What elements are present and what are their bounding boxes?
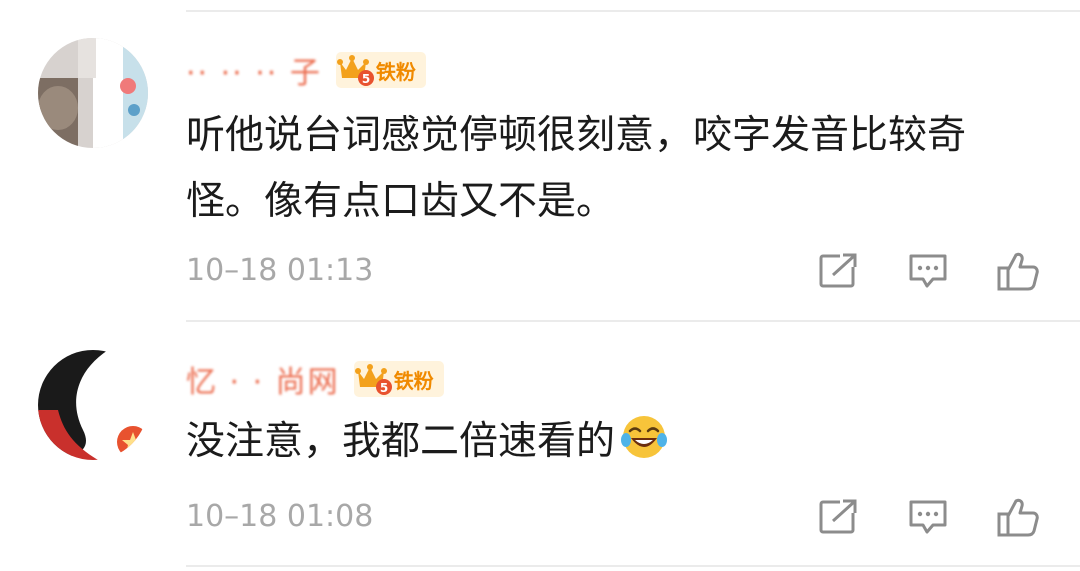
comment-meta: 10–18 01:08 <box>186 497 1040 537</box>
comment-icon[interactable] <box>906 497 950 537</box>
comment-text: 没注意，我都二倍速看的 <box>186 409 1040 475</box>
avatar[interactable] <box>38 350 148 460</box>
badge-label: 铁粉 <box>393 368 434 393</box>
fan-badge: 5 铁粉 <box>335 52 426 88</box>
timestamp: 10–18 01:08 <box>186 499 374 534</box>
share-icon[interactable] <box>816 497 860 537</box>
like-icon[interactable] <box>996 251 1040 291</box>
crown-icon: 5 <box>354 361 394 397</box>
comment-meta: 10–18 01:13 <box>186 251 1040 291</box>
badge-level: 5 <box>362 72 370 86</box>
avatar[interactable] <box>38 38 148 148</box>
comment-icon[interactable] <box>906 251 950 291</box>
username[interactable]: ·· ·· ·· 子 <box>186 48 322 92</box>
share-icon[interactable] <box>816 251 860 291</box>
comment-text: 听他说台词感觉停顿很刻意，咬字发音比较奇怪。像有点口齿又不是。 <box>186 113 967 224</box>
crown-icon: 5 <box>336 52 376 88</box>
divider-top <box>186 10 1080 12</box>
divider-middle <box>186 320 1080 322</box>
username-row: 忆 · · 尚网 5 铁粉 <box>186 357 444 401</box>
timestamp: 10–18 01:13 <box>186 253 374 288</box>
like-icon[interactable] <box>996 497 1040 537</box>
divider-bottom <box>186 565 1080 567</box>
username[interactable]: 忆 · · 尚网 <box>186 357 340 401</box>
fan-badge: 5 铁粉 <box>353 361 444 397</box>
badge-level: 5 <box>380 381 388 395</box>
username-row: ·· ·· ·· 子 5 铁粉 <box>186 48 426 92</box>
badge-label: 铁粉 <box>375 59 416 84</box>
comment-text-content: 没注意，我都二倍速看的 <box>186 419 616 464</box>
laugh-cry-emoji-icon <box>621 414 668 460</box>
